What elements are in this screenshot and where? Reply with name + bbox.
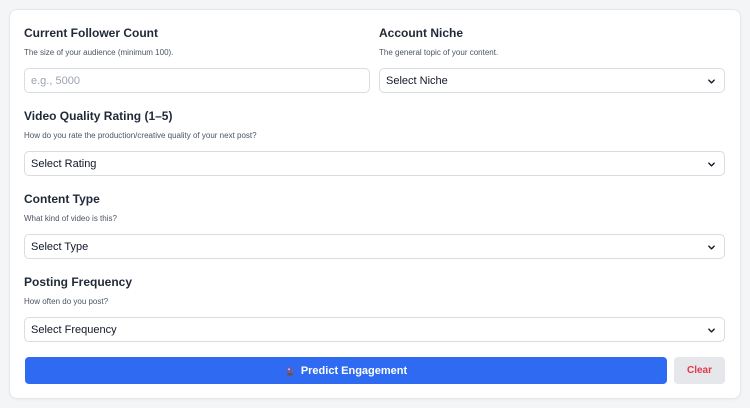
follower-count-placeholder: e.g., 5000 (31, 74, 80, 87)
video-quality-help: How do you rate the production/creative … (24, 131, 257, 140)
account-niche-help: The general topic of your content. (379, 48, 499, 57)
posting-frequency-help: How often do you post? (24, 297, 109, 306)
content-type-value: Select Type (31, 240, 89, 253)
chevron-down-icon (708, 79, 715, 84)
prediction-form-card: Current Follower Count The size of your … (9, 9, 741, 399)
posting-frequency-select[interactable]: Select Frequency (24, 317, 725, 342)
video-quality-label: Video Quality Rating (1–5) (24, 109, 173, 123)
follower-count-label: Current Follower Count (24, 26, 158, 40)
video-quality-select[interactable]: Select Rating (24, 151, 725, 176)
video-quality-value: Select Rating (31, 157, 97, 170)
crystal-ball-icon (286, 366, 294, 375)
follower-count-input[interactable]: e.g., 5000 (24, 68, 370, 93)
content-type-label: Content Type (24, 192, 100, 206)
account-niche-value: Select Niche (386, 74, 448, 87)
chevron-down-icon (708, 245, 715, 250)
content-type-select[interactable]: Select Type (24, 234, 725, 259)
clear-label: Clear (686, 365, 712, 376)
follower-count-help: The size of your audience (minimum 100). (24, 48, 174, 57)
account-niche-select[interactable]: Select Niche (379, 68, 725, 93)
chevron-down-icon (708, 162, 715, 167)
account-niche-label: Account Niche (379, 26, 464, 40)
content-type-help: What kind of video is this? (24, 214, 117, 223)
chevron-down-icon (708, 328, 715, 333)
predict-engagement-button[interactable]: Predict Engagement (25, 357, 667, 384)
predict-engagement-label: Predict Engagement (300, 364, 408, 377)
posting-frequency-value: Select Frequency (31, 323, 117, 336)
clear-button[interactable]: Clear (674, 357, 725, 384)
posting-frequency-label: Posting Frequency (24, 275, 133, 289)
